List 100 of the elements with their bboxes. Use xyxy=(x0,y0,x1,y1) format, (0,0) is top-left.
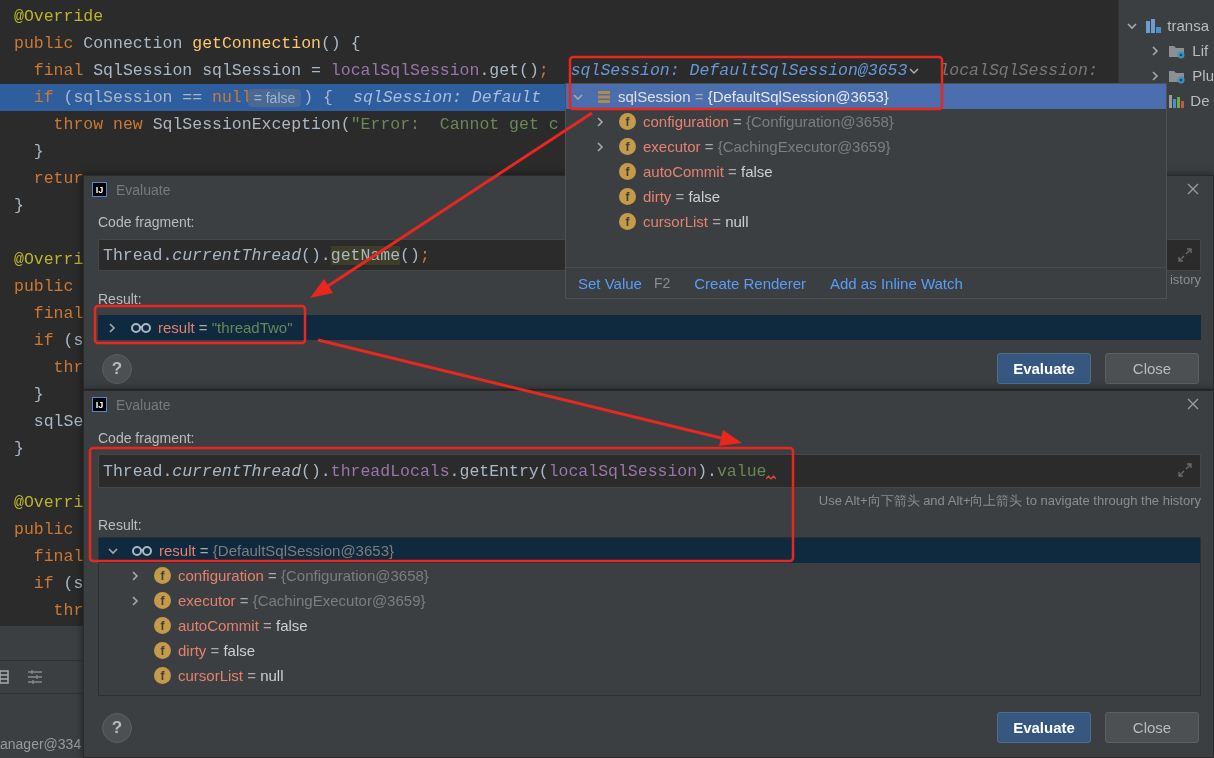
close-button[interactable]: Close xyxy=(1105,353,1199,384)
variable-entry: dirty = false xyxy=(643,188,721,205)
close-button[interactable]: Close xyxy=(1105,712,1199,743)
tree-row[interactable]: f executor = {CachingExecutor@3659} xyxy=(566,134,1166,159)
close-icon[interactable] xyxy=(1187,183,1199,195)
variable-entry: executor = {CachingExecutor@3659} xyxy=(643,138,891,155)
expand-icon[interactable] xyxy=(1178,463,1192,477)
stack-icon xyxy=(597,89,611,104)
code-text: public xyxy=(14,277,74,296)
variable-entry: result = "threadTwo" xyxy=(158,319,293,336)
code-text: if (s xyxy=(32,331,84,350)
variable-entry: autoCommit = false xyxy=(643,163,773,180)
field-icon: f xyxy=(619,188,636,205)
code-text: final xyxy=(32,547,84,566)
expand-icon[interactable] xyxy=(1178,248,1192,262)
close-icon[interactable] xyxy=(1187,398,1199,410)
code-text: @Overri xyxy=(14,493,84,512)
item-label: De xyxy=(1190,92,1210,109)
history-hint: istory xyxy=(1169,272,1201,288)
code-text: thr xyxy=(52,601,84,620)
item-label: transa xyxy=(1167,17,1209,34)
field-icon: f xyxy=(619,213,636,230)
project-tree-item[interactable]: transa xyxy=(1119,13,1214,38)
error-squiggle xyxy=(766,475,777,481)
variable-entry: executor = {CachingExecutor@3659} xyxy=(178,592,426,609)
field-label: Code fragment: xyxy=(98,430,195,446)
code-text: throw new SqlSessionException("Error: Cannot get c xyxy=(52,115,559,134)
code-input-field[interactable]: Thread.currentThread().threadLocals.getEntry(localSqlSession).value xyxy=(98,454,1201,488)
code-text: if (s xyxy=(32,574,84,593)
evaluate-button[interactable]: Evaluate xyxy=(997,353,1091,384)
popup-action-link[interactable]: Create Renderer xyxy=(694,274,806,292)
variable-entry: autoCommit = false xyxy=(178,617,308,634)
history-hint: Use Alt+向下箭头 and Alt+向上箭头 to navigate through the history xyxy=(818,492,1201,508)
evaluate-button[interactable]: Evaluate xyxy=(997,712,1091,743)
tree-row[interactable]: f dirty = false xyxy=(99,638,1200,663)
variable-entry: dirty = false xyxy=(178,642,256,659)
dialog-title: Evaluate xyxy=(116,181,171,198)
code-text: public Connection getConnection() { xyxy=(14,34,361,53)
code-text: final xyxy=(32,304,84,323)
tree-row[interactable]: result = {DefaultSqlSession@3653} xyxy=(99,538,1200,563)
help-button[interactable]: ? xyxy=(102,353,132,384)
variable-entry: cursorList = null xyxy=(643,213,749,230)
inline-value-hint: localSqlSession: xyxy=(939,61,1098,80)
app-icon: IJ xyxy=(92,397,107,412)
tree-row[interactable]: result = "threadTwo" xyxy=(98,315,1201,340)
result-label: Result: xyxy=(98,291,142,307)
tree-row[interactable]: f cursorList = null xyxy=(99,663,1200,688)
module-icon xyxy=(1145,17,1162,34)
shortcut-text: F2 xyxy=(653,275,671,291)
code-text: @Override xyxy=(14,7,104,26)
tree-row[interactable]: f autoCommit = false xyxy=(99,613,1200,638)
inline-value-hint[interactable]: sqlSession: DefaultSqlSession@3653 xyxy=(570,61,908,80)
variable-entry: sqlSession = {DefaultSqlSession@3653} xyxy=(618,88,889,105)
tree-row[interactable]: f executor = {CachingExecutor@3659} xyxy=(99,588,1200,613)
tree-row[interactable]: sqlSession = {DefaultSqlSession@3653} xyxy=(566,84,1166,109)
code-text: } xyxy=(32,385,44,404)
status-text: anager@334 xyxy=(0,736,82,752)
field-icon: f xyxy=(154,592,171,609)
value-badge: = false xyxy=(247,88,302,107)
item-label: Lif xyxy=(1192,42,1209,59)
item-label: Plu xyxy=(1192,67,1214,84)
tree-row[interactable]: f cursorList = null xyxy=(566,209,1166,234)
code-text: public xyxy=(14,520,74,539)
help-button[interactable]: ? xyxy=(102,712,132,743)
tree-row[interactable]: f autoCommit = false xyxy=(566,159,1166,184)
caret-icon[interactable] xyxy=(909,66,920,75)
code-text: } xyxy=(32,142,44,161)
tree-row[interactable]: f dirty = false xyxy=(566,184,1166,209)
library-icon xyxy=(1168,92,1185,109)
app-icon: IJ xyxy=(92,182,107,197)
variable-entry: cursorList = null xyxy=(178,667,284,684)
code-text: final SqlSession sqlSession = localSqlSession.get(); xyxy=(32,61,549,80)
code-text: ) { xyxy=(303,88,333,107)
inline-value-hint: sqlSession: Default xyxy=(353,88,542,107)
field-icon: f xyxy=(154,567,171,584)
variable-entry: configuration = {Configuration@3658} xyxy=(643,113,894,130)
field-icon: f xyxy=(154,642,171,659)
popup-action-link[interactable]: Add as Inline Watch xyxy=(830,274,963,292)
code-text: retur xyxy=(32,169,84,188)
glasses-icon xyxy=(131,321,151,334)
code-text: sqlSe xyxy=(32,412,84,431)
variable-entry: result = {DefaultSqlSession@3653} xyxy=(159,542,394,559)
field-icon: f xyxy=(154,667,171,684)
code-text: } xyxy=(14,196,24,215)
field-icon: f xyxy=(619,138,636,155)
project-tree-item[interactable]: Lif xyxy=(1119,38,1214,63)
popup-action-link[interactable]: Set Value xyxy=(578,274,642,292)
result-label: Result: xyxy=(98,517,142,533)
code-text: thr xyxy=(52,358,84,377)
field-icon: f xyxy=(619,113,636,130)
dialog-title: Evaluate xyxy=(116,396,171,413)
variable-entry: configuration = {Configuration@3658} xyxy=(178,567,429,584)
field-icon: f xyxy=(154,617,171,634)
glasses-icon xyxy=(132,544,152,557)
code-text: } xyxy=(14,439,24,458)
field-icon: f xyxy=(619,163,636,180)
tree-row[interactable]: f configuration = {Configuration@3658} xyxy=(99,563,1200,588)
code-text: @Overri xyxy=(14,250,84,269)
grid-icon[interactable] xyxy=(0,670,10,684)
field-label: Code fragment: xyxy=(98,214,195,230)
